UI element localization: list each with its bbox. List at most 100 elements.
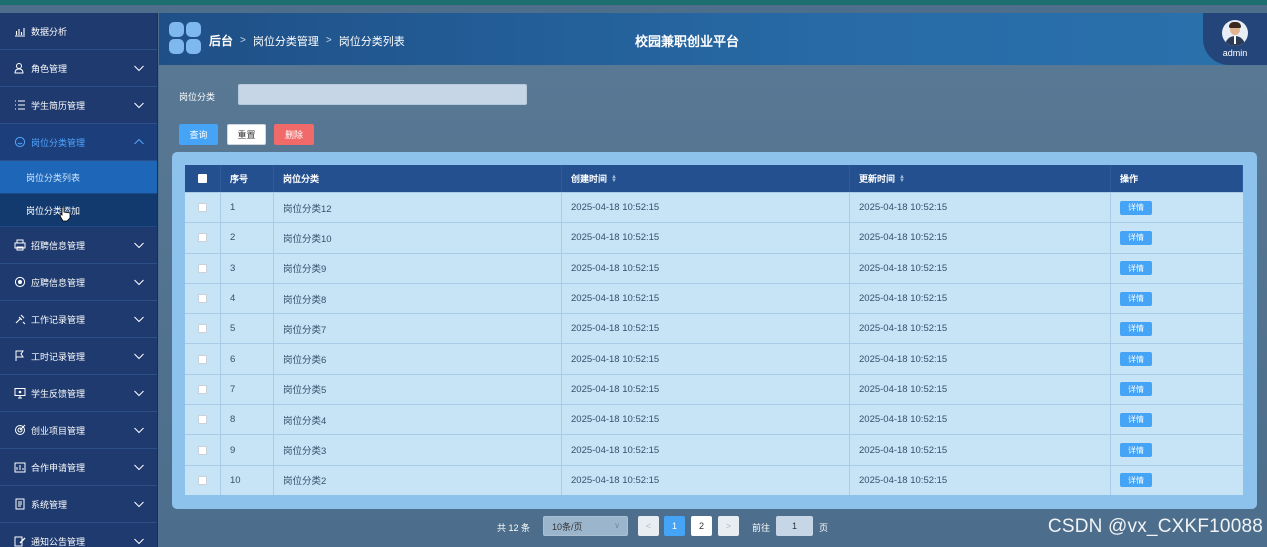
row-checkbox[interactable] bbox=[198, 294, 207, 304]
cell-index: 6 bbox=[221, 344, 274, 374]
page-button-2[interactable]: 2 bbox=[691, 516, 712, 536]
row-checkbox[interactable] bbox=[198, 233, 207, 243]
category-search-input[interactable] bbox=[238, 84, 527, 105]
cell-created: 2025-04-18 10:52:15 bbox=[562, 223, 850, 253]
header-updated[interactable]: 更新时间 ▲ ▼ bbox=[850, 165, 1111, 192]
cell-actions: 详情 bbox=[1111, 254, 1243, 283]
sort-icon[interactable]: ▲ ▼ bbox=[899, 174, 905, 184]
cell-updated: 2025-04-18 10:52:15 bbox=[850, 193, 1111, 223]
sort-icon[interactable]: ▲ ▼ bbox=[611, 174, 617, 184]
header-created-label: 创建时间 bbox=[571, 174, 608, 184]
user-menu[interactable]: admin bbox=[1203, 13, 1267, 65]
page-size-select[interactable]: 10条/页 ∨ bbox=[543, 516, 628, 536]
submenu-item[interactable]: 岗位分类添加 bbox=[0, 194, 157, 227]
row-checkbox[interactable] bbox=[198, 415, 207, 425]
select-all-checkbox[interactable] bbox=[198, 174, 207, 183]
chevron-down-icon: ∨ bbox=[614, 521, 620, 530]
cell-updated: 2025-04-18 10:52:15 bbox=[850, 405, 1111, 435]
chevron-down-icon bbox=[133, 350, 145, 362]
sidebar-item[interactable]: 通知公告管理 bbox=[0, 523, 157, 547]
tools-icon bbox=[13, 312, 27, 326]
detail-button[interactable]: 详情 bbox=[1120, 200, 1152, 215]
sidebar-item[interactable]: 岗位分类管理 bbox=[0, 124, 157, 161]
chevron-down-icon bbox=[133, 313, 145, 325]
table-row: 8 岗位分类4 2025-04-18 10:52:15 2025-04-18 10:5… bbox=[185, 404, 1243, 435]
header-category: 岗位分类 bbox=[274, 165, 562, 192]
cell-updated: 2025-04-18 10:52:15 bbox=[850, 223, 1111, 253]
row-checkbox-cell bbox=[185, 374, 221, 405]
sidebar-item[interactable]: 工时记录管理 bbox=[0, 338, 157, 375]
detail-button[interactable]: 详情 bbox=[1120, 382, 1152, 397]
goto-label: 前往 bbox=[752, 523, 771, 533]
cell-category: 岗位分类4 bbox=[274, 405, 562, 435]
doc-icon bbox=[13, 497, 27, 511]
detail-button[interactable]: 详情 bbox=[1120, 230, 1152, 245]
row-checkbox[interactable] bbox=[198, 203, 207, 213]
row-checkbox[interactable] bbox=[198, 263, 207, 273]
cell-index: 8 bbox=[221, 405, 274, 435]
row-checkbox[interactable] bbox=[198, 475, 207, 485]
header-created[interactable]: 创建时间 ▲ ▼ bbox=[562, 165, 850, 192]
sidebar-item[interactable]: 学生简历管理 bbox=[0, 87, 157, 124]
page-button-1[interactable]: 1 bbox=[664, 516, 685, 536]
header-index: 序号 bbox=[221, 165, 274, 192]
detail-button[interactable]: 详情 bbox=[1120, 261, 1152, 276]
sidebar-item[interactable]: 创业项目管理 bbox=[0, 412, 157, 449]
reset-button[interactable]: 重置 bbox=[227, 124, 266, 145]
sidebar-item[interactable]: 学生反馈管理 bbox=[0, 375, 157, 412]
goto-page-input[interactable]: 1 bbox=[776, 516, 813, 536]
circle-icon bbox=[13, 275, 27, 289]
breadcrumb-separator-icon: > bbox=[325, 35, 332, 46]
row-checkbox[interactable] bbox=[198, 354, 207, 364]
chevron-down-icon bbox=[133, 239, 145, 251]
sidebar-item[interactable]: 角色管理 bbox=[0, 50, 157, 87]
sidebar-item-label: 学生简历管理 bbox=[31, 100, 86, 111]
sidebar-item[interactable]: 合作申请管理 bbox=[0, 449, 157, 486]
prev-page-button[interactable]: < bbox=[638, 516, 659, 536]
row-checkbox-cell bbox=[185, 314, 221, 344]
detail-button[interactable]: 详情 bbox=[1120, 291, 1152, 306]
row-checkbox[interactable] bbox=[198, 324, 207, 334]
sidebar-item-label: 数据分析 bbox=[31, 26, 68, 37]
sidebar-item[interactable]: 招聘信息管理 bbox=[0, 227, 157, 264]
row-checkbox[interactable] bbox=[198, 384, 207, 394]
delete-button[interactable]: 删除 bbox=[274, 124, 314, 145]
table-row: 3 岗位分类9 2025-04-18 10:52:15 2025-04-18 10:5… bbox=[185, 252, 1243, 283]
query-button[interactable]: 查询 bbox=[179, 124, 218, 145]
cell-updated: 2025-04-18 10:52:15 bbox=[850, 314, 1111, 344]
submenu-item[interactable]: 岗位分类列表 bbox=[0, 161, 157, 194]
header-checkbox-cell bbox=[185, 165, 221, 192]
cell-index: 10 bbox=[221, 465, 274, 495]
row-checkbox-cell bbox=[185, 283, 221, 314]
table-row: 9 岗位分类3 2025-04-18 10:52:15 2025-04-18 10:5… bbox=[185, 434, 1243, 465]
detail-button[interactable]: 详情 bbox=[1120, 321, 1152, 336]
chevron-up-icon bbox=[133, 136, 145, 148]
search-label: 岗位分类 bbox=[179, 92, 216, 102]
cell-created: 2025-04-18 10:52:15 bbox=[562, 253, 850, 283]
chart-icon bbox=[13, 24, 27, 38]
sidebar-item-label: 通知公告管理 bbox=[31, 536, 86, 547]
row-checkbox[interactable] bbox=[198, 445, 207, 455]
user-icon bbox=[13, 61, 27, 75]
sidebar-item[interactable]: 数据分析 bbox=[0, 13, 157, 50]
detail-button[interactable]: 详情 bbox=[1120, 352, 1152, 367]
smile-icon bbox=[13, 135, 27, 149]
sidebar-item[interactable]: 工作记录管理 bbox=[0, 301, 157, 338]
breadcrumb-item-category[interactable]: 岗位分类管理 bbox=[253, 33, 319, 49]
next-page-button[interactable]: > bbox=[718, 516, 739, 536]
mouse-pointer-icon bbox=[59, 206, 71, 222]
cell-actions: 详情 bbox=[1111, 466, 1243, 495]
detail-button[interactable]: 详情 bbox=[1120, 473, 1152, 488]
chevron-down-icon bbox=[133, 424, 145, 436]
app-logo-icon[interactable] bbox=[169, 22, 201, 54]
row-checkbox-cell bbox=[185, 193, 221, 223]
breadcrumb-item-home[interactable]: 后台 bbox=[209, 32, 233, 49]
sidebar-item[interactable]: 系统管理 bbox=[0, 486, 157, 523]
sidebar-item[interactable]: 应聘信息管理 bbox=[0, 264, 157, 301]
row-checkbox-cell bbox=[185, 253, 221, 283]
chevron-down-icon bbox=[133, 387, 145, 399]
detail-button[interactable]: 详情 bbox=[1120, 443, 1152, 458]
avatar[interactable] bbox=[1222, 20, 1248, 46]
breadcrumb: 后台 > 岗位分类管理 > 岗位分类列表 bbox=[209, 32, 405, 49]
detail-button[interactable]: 详情 bbox=[1120, 412, 1152, 427]
